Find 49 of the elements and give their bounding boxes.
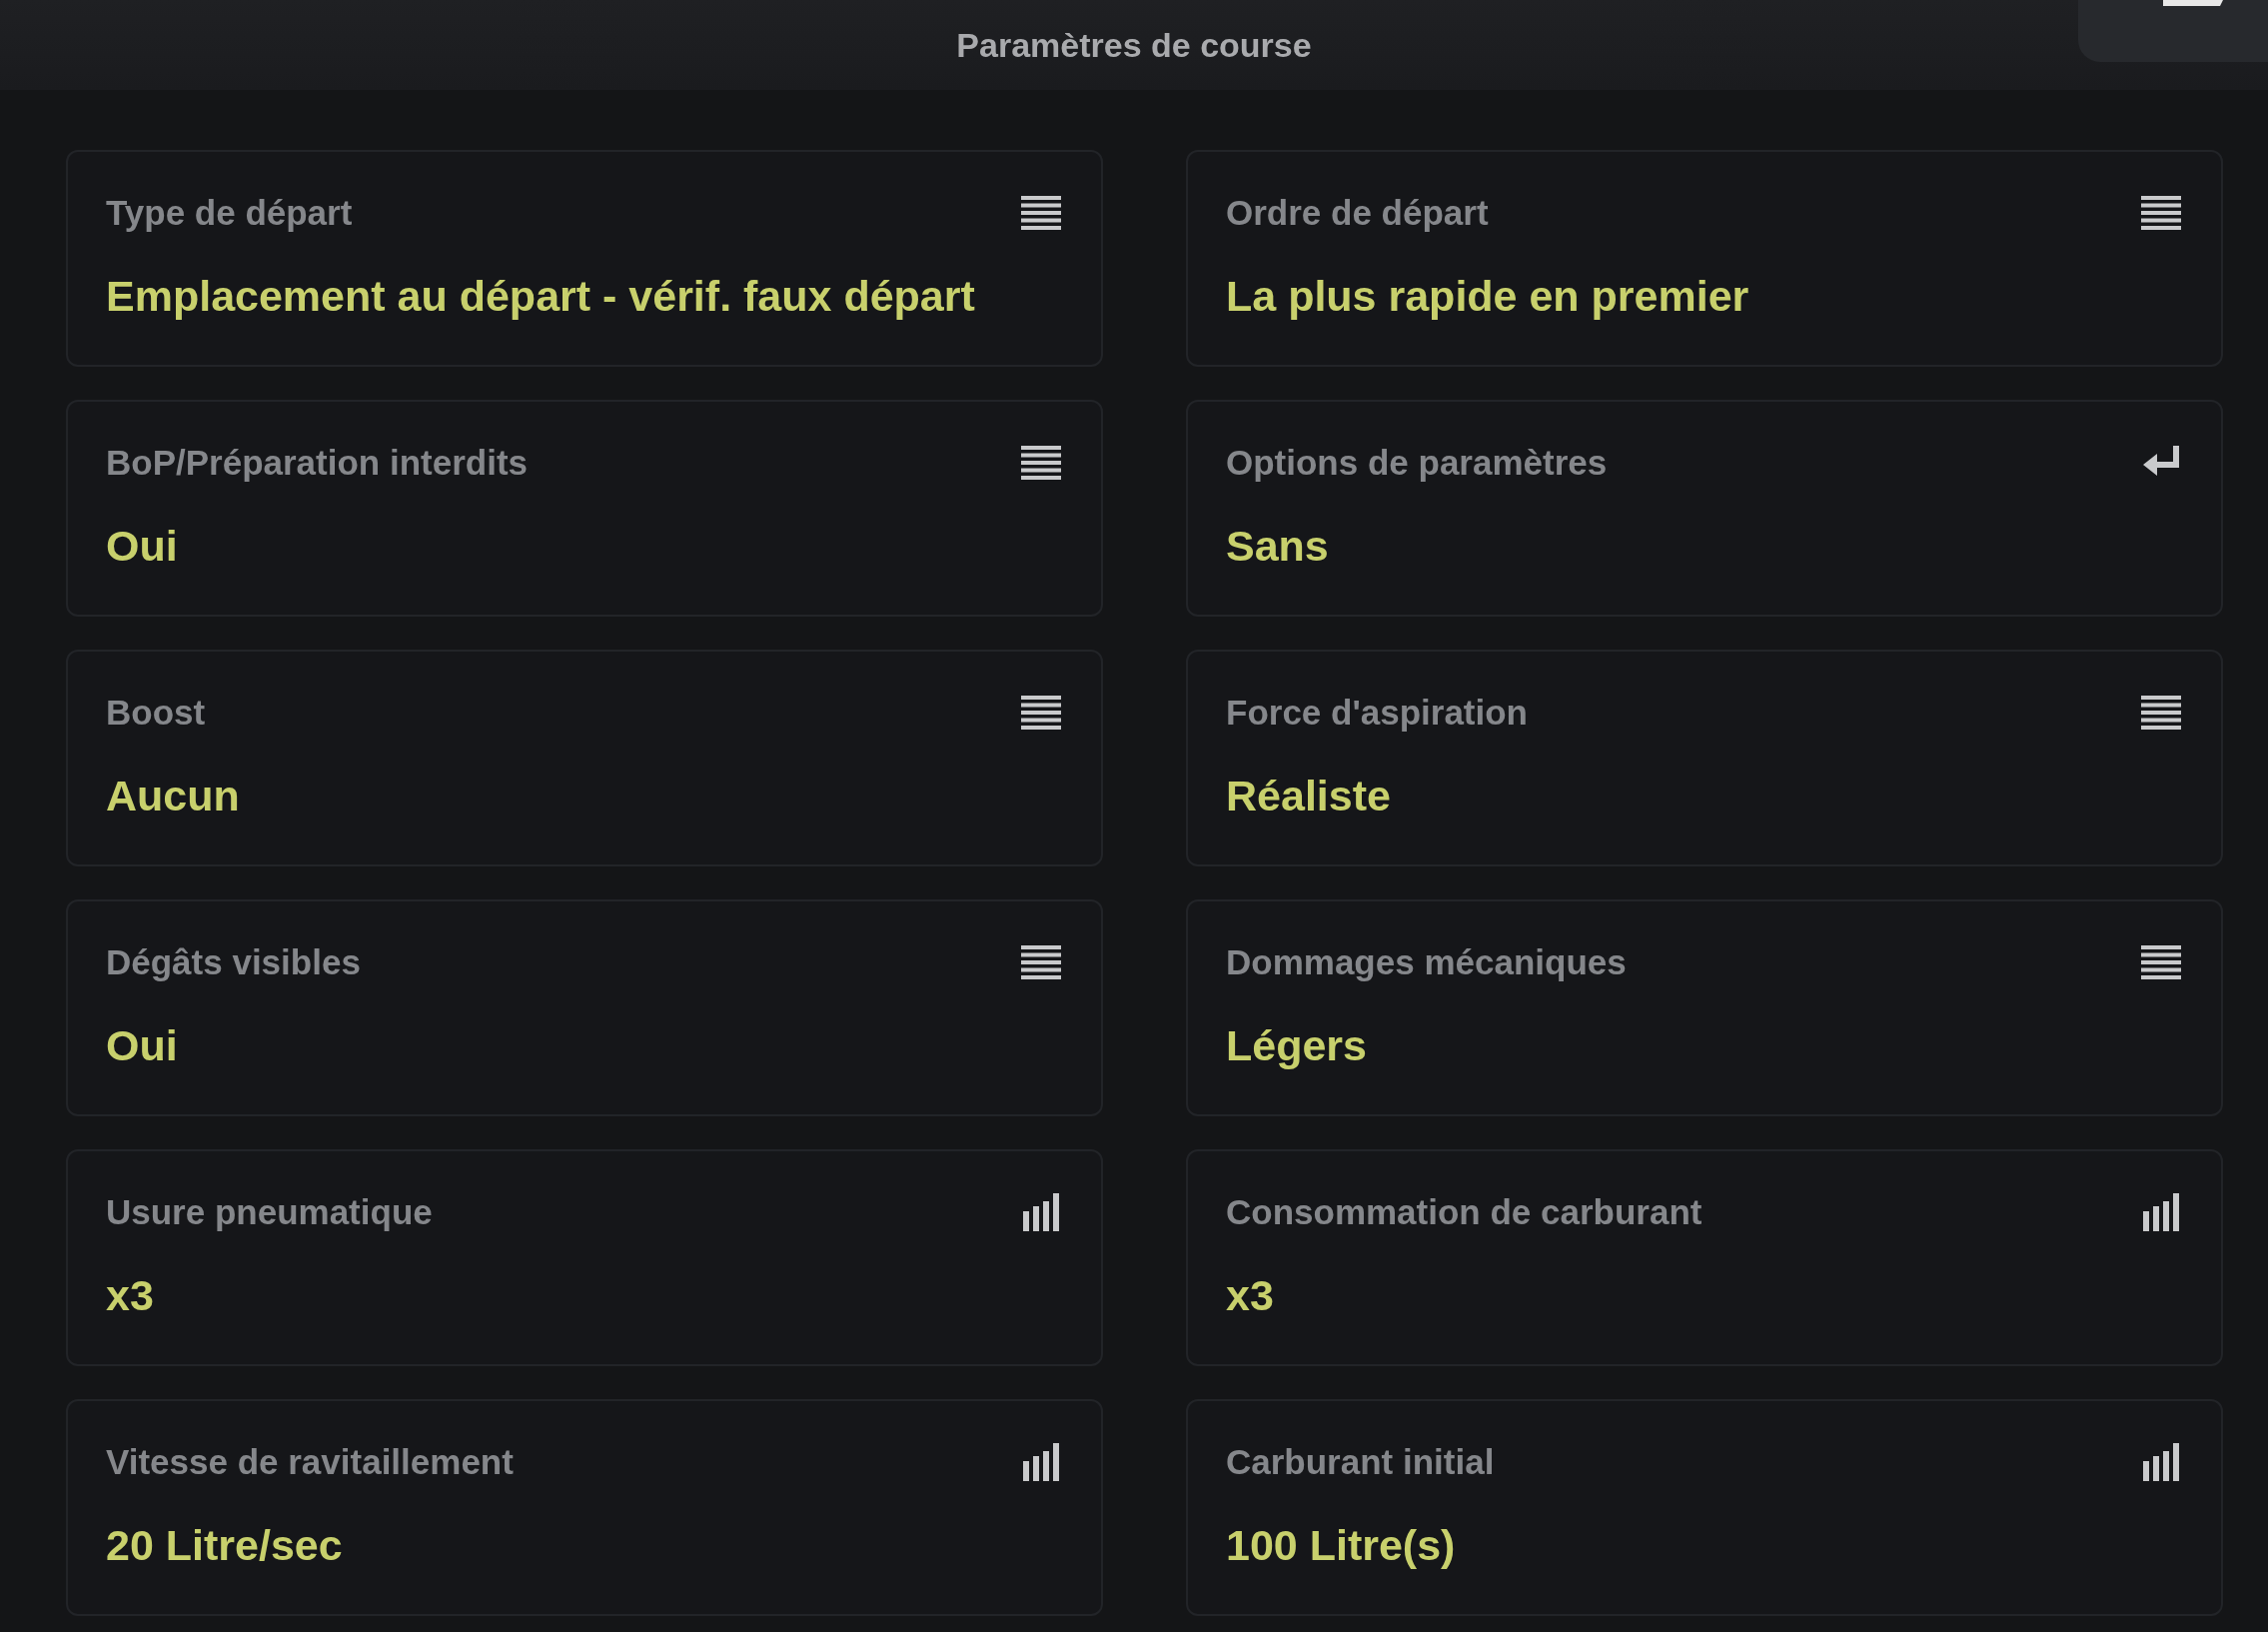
setting-value: x3 [106,1271,155,1320]
setting-value: 20 Litre/sec [106,1521,344,1570]
menu-icon [2141,945,2181,979]
setting-label: Boost [106,693,206,733]
menu-icon [2141,696,2181,730]
setting-value: Oui [106,522,179,571]
setting-card[interactable]: Vitesse de ravitaillement 20 Litre/sec [66,1399,1103,1616]
setting-value: La plus rapide en premier [1226,272,1750,321]
setting-card[interactable]: Type de départ Emplacement au départ - vérif. faux départ [66,150,1103,367]
setting-value: Réaliste [1226,772,1392,820]
setting-label: Options de paramètres [1226,443,1608,483]
setting-card[interactable]: Ordre de départ La plus rapide en premier [1186,150,2223,367]
setting-label: Dommages mécaniques [1226,942,1627,982]
setting-value: Emplacement au départ - vérif. faux départ [106,272,976,321]
setting-card[interactable]: BoP/Préparation interdits Oui [66,400,1103,617]
screen-title: Paramètres de course [956,25,1312,65]
setting-label: BoP/Préparation interdits [106,443,529,483]
menu-icon [1021,446,1061,480]
signal-bars-icon [1023,1193,1061,1231]
setting-card[interactable]: Carburant initial 100 Litre(s) [1186,1399,2223,1616]
signal-bars-icon [2143,1193,2181,1231]
menu-icon [2141,196,2181,230]
setting-label: Force d'aspiration [1226,693,1528,733]
menu-icon [1021,696,1061,730]
setting-label: Carburant initial [1226,1442,1495,1482]
setting-card[interactable]: Usure pneumatique x3 [66,1149,1103,1366]
setting-card[interactable]: Force d'aspiration Réaliste [1186,650,2223,866]
corner-button[interactable] [2078,0,2268,62]
menu-icon [1021,945,1061,979]
setting-label: Vitesse de ravitaillement [106,1442,514,1482]
setting-label: Consommation de carburant [1226,1192,1702,1232]
setting-card[interactable]: Dégâts visibles Oui [66,899,1103,1116]
setting-value: Aucun [106,772,241,820]
setting-value: 100 Litre(s) [1226,1521,1457,1570]
menu-icon [1021,196,1061,230]
setting-value: Oui [106,1021,179,1070]
signal-bars-icon [2143,1443,2181,1481]
setting-label: Dégâts visibles [106,942,361,982]
setting-label: Usure pneumatique [106,1192,433,1232]
signal-bars-icon [1023,1443,1061,1481]
setting-value: Légers [1226,1021,1368,1070]
setting-card[interactable]: Consommation de carburant x3 [1186,1149,2223,1366]
setting-card[interactable]: Boost Aucun [66,650,1103,866]
setting-card[interactable]: Options de paramètres Sans [1186,400,2223,617]
setting-value: x3 [1226,1271,1275,1320]
setting-card[interactable]: Dommages mécaniques Légers [1186,899,2223,1116]
setting-value: Sans [1226,522,1330,571]
setting-label: Type de départ [106,193,353,233]
setting-label: Ordre de départ [1226,193,1489,233]
